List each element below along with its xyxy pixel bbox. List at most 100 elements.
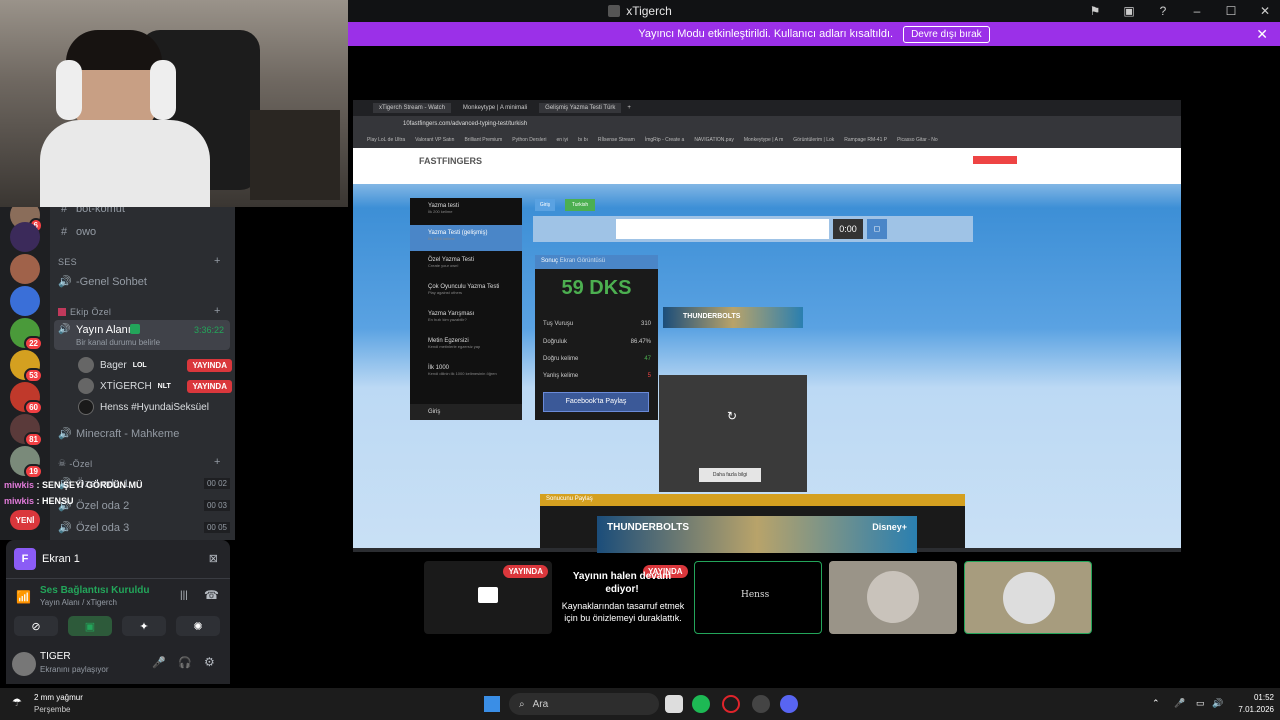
add-channel-icon[interactable]: + <box>214 255 220 267</box>
menu-item[interactable]: Çok Oyunculu Yazma Testi Play against oth… <box>410 279 522 305</box>
bookmark-item[interactable]: Monkeytype | A m <box>744 137 783 143</box>
gear-icon[interactable]: ⚙ <box>204 655 215 669</box>
bookmark-item[interactable]: İmgRip - Create a <box>645 137 684 143</box>
popout-icon[interactable]: ⊠ <box>209 552 218 565</box>
start-icon[interactable] <box>484 696 500 712</box>
video-ad-popup[interactable]: ↻ Daha fazla bilgi <box>659 375 807 492</box>
browser-tab[interactable]: xTigerch Stream - Watch <box>373 103 451 113</box>
menu-item[interactable]: Giriş <box>410 404 522 420</box>
bookmark-item[interactable]: Görüntülerim | Lok <box>793 137 834 143</box>
avatar <box>78 399 94 415</box>
channel-owo[interactable]: # owo <box>58 226 96 238</box>
taskbar-search[interactable]: ⌕ Ara <box>509 693 659 715</box>
menu-item[interactable]: Özel Yazma Testi Create your own! <box>410 252 522 278</box>
category-ses[interactable]: SES <box>58 257 77 267</box>
login-button[interactable]: Giriş <box>535 199 555 211</box>
language-button[interactable]: Turkish <box>565 199 595 211</box>
server-icon[interactable] <box>10 286 40 316</box>
maximize-button[interactable]: ☐ <box>1224 4 1238 18</box>
screen-share-button[interactable]: ▣ <box>68 616 112 636</box>
chevron-up-icon[interactable]: ⌃ <box>1152 698 1160 709</box>
volume-icon[interactable]: 🔊 <box>1212 698 1223 709</box>
file-explorer-icon[interactable] <box>665 695 683 713</box>
menu-item[interactable]: İlk 1000 Kendi dilinin ilk 1000 kelimesin… <box>410 360 522 386</box>
menu-item[interactable]: Yazma testi İlk 200 kelime <box>410 198 522 224</box>
new-tab-icon[interactable]: + <box>627 105 631 111</box>
browser-tab[interactable]: Monkeytype | A minimali <box>457 103 533 113</box>
voice-channel-yayin-alani[interactable]: 🔊 Yayın Alanı 3:36:22 Bir kanal durumu b… <box>54 320 230 350</box>
display-icon[interactable]: ▭ <box>1196 698 1205 709</box>
server-icon[interactable]: 60 <box>10 382 43 415</box>
restart-button[interactable]: ◻ <box>867 219 887 239</box>
menu-item[interactable]: Yazma Yarışması En hızlı kim yazabilir? <box>410 306 522 332</box>
site-logo[interactable]: FASTFINGERS <box>419 156 482 166</box>
ad-banner[interactable]: THUNDERBOLTS <box>663 307 803 328</box>
participant-tile[interactable]: Henss <box>694 561 822 634</box>
bookmark-item[interactable]: en iyi <box>556 137 568 143</box>
bookmark-item[interactable]: Rİlsense Stream <box>598 137 635 143</box>
menu-item[interactable]: Metin Egzersizi Kendi metinlerle egzersiz… <box>410 333 522 359</box>
minimize-button[interactable]: – <box>1190 4 1204 18</box>
monitor-icon <box>478 587 498 603</box>
voice-channel-ozel-oda-3[interactable]: 🔊 Özel oda 3 00 05 <box>58 521 230 534</box>
headphones-icon[interactable]: 🎧 <box>178 656 192 669</box>
spotify-icon[interactable] <box>692 695 710 713</box>
help-icon[interactable]: ? <box>1156 4 1170 18</box>
category-ekip-ozel[interactable]: Ekip Özel <box>58 307 111 317</box>
menu-item[interactable]: Yazma Testi (gelişmiş) İlk 1000 kelime <box>410 225 522 251</box>
avatar[interactable] <box>12 652 36 676</box>
voice-channel-minecraft[interactable]: 🔊 Minecraft - Mahkeme <box>58 427 179 441</box>
support-button[interactable] <box>973 156 1017 164</box>
server-icon[interactable] <box>10 254 40 284</box>
result-row: Yanlış kelime 5 <box>543 373 651 379</box>
participant-tile[interactable] <box>829 561 957 634</box>
voice-member[interactable]: Henss #HyundaiSeksüel <box>78 399 209 415</box>
typing-input[interactable] <box>616 219 829 239</box>
disable-streamer-mode-button[interactable]: Devre dışı bırak <box>903 25 990 43</box>
address-bar[interactable]: 10fastfingers.com/advanced-typing-test/t… <box>353 116 1181 132</box>
obs-icon[interactable] <box>752 695 770 713</box>
server-icon[interactable] <box>10 222 40 252</box>
weather-icon[interactable]: ☂ <box>12 696 22 709</box>
bookmark-item[interactable]: Picasso Gitar - No <box>897 137 938 143</box>
ad-banner-large[interactable]: THUNDERBOLTS Disney+ <box>597 516 917 553</box>
more-info-button[interactable]: Daha fazla bilgi <box>699 468 761 482</box>
participant-tile[interactable] <box>964 561 1092 634</box>
voice-member[interactable]: Bager LOL YAYINDA <box>78 357 232 373</box>
server-icon[interactable]: 81 <box>10 414 43 447</box>
activities-button[interactable]: ✦ <box>122 616 166 636</box>
bookmark-item[interactable]: Play LoL de Ultra <box>367 137 405 143</box>
add-channel-icon[interactable]: + <box>214 456 220 468</box>
server-icon[interactable]: 53 <box>10 350 43 383</box>
add-channel-icon[interactable]: + <box>214 305 220 317</box>
close-window-button[interactable]: ✕ <box>1258 4 1272 18</box>
camera-off-button[interactable]: ⊘ <box>14 616 58 636</box>
inbox-icon[interactable]: ▣ <box>1122 4 1136 18</box>
facebook-share-button[interactable]: Facebook'ta Paylaş <box>543 392 649 412</box>
bookmark-item[interactable]: Rampage RM-41 P <box>844 137 887 143</box>
soundboard-button[interactable]: ✺ <box>176 616 220 636</box>
stream-tile[interactable]: YAYINDA <box>424 561 552 634</box>
microphone-icon[interactable]: 🎤 <box>152 656 166 669</box>
new-badge[interactable]: YENİ <box>10 510 40 530</box>
server-icon[interactable]: 22 <box>10 318 43 351</box>
bookmark-item[interactable]: bı bı <box>578 137 588 143</box>
disconnect-icon[interactable]: ☎ <box>204 588 219 602</box>
bookmark-item[interactable]: Python Dersleri <box>512 137 546 143</box>
noise-icon[interactable]: ||| <box>180 590 188 601</box>
close-icon[interactable]: ✕ <box>1256 26 1268 43</box>
channel-status-prompt[interactable]: Bir kanal durumu belirle <box>76 338 160 347</box>
bookmark-item[interactable]: Valorant VP Satın <box>415 137 454 143</box>
category-ozel[interactable]: ☠ -Özel <box>58 458 92 469</box>
voice-channel-genel-sohbet[interactable]: 🔊 -Genel Sohbet <box>58 275 147 289</box>
flag-icon[interactable]: ⚑ <box>1088 4 1102 18</box>
bookmark-item[interactable]: NAVIGATION.pay <box>694 137 734 143</box>
server-icon[interactable]: 19 <box>10 446 43 479</box>
microphone-icon[interactable]: 🎤 <box>1174 698 1185 709</box>
app-icon <box>608 5 621 17</box>
browser-tab[interactable]: Gelişmiş Yazma Testi Türk <box>539 103 622 113</box>
bookmark-item[interactable]: Brilliant Premium <box>464 137 502 143</box>
voice-member[interactable]: XTİGERCH NLT YAYINDA <box>78 378 232 394</box>
discord-icon[interactable] <box>780 695 798 713</box>
opera-icon[interactable] <box>722 695 740 713</box>
